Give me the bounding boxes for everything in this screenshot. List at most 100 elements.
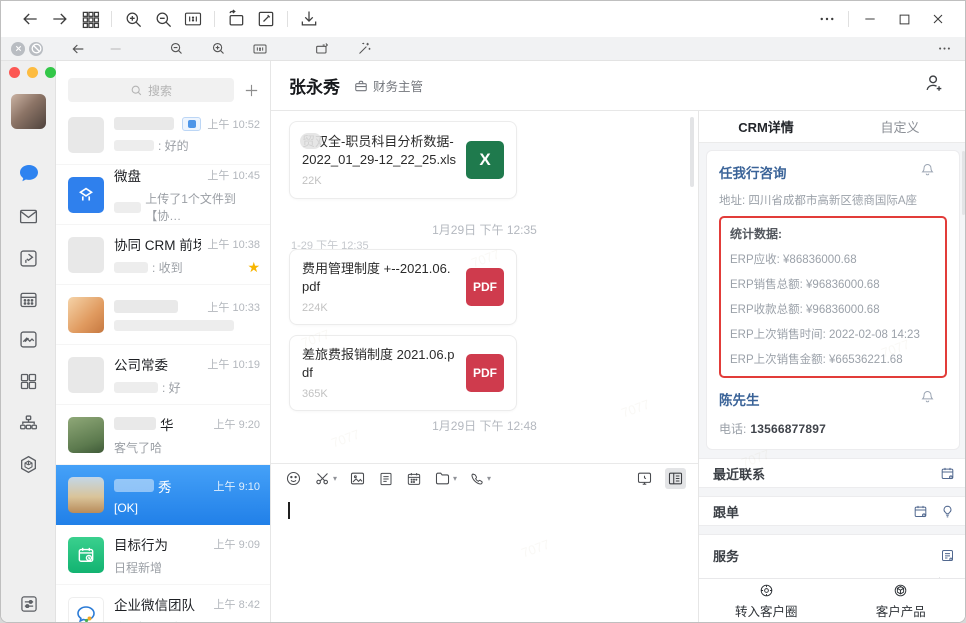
add-member-icon[interactable] <box>923 72 945 99</box>
section-recent-contact[interactable]: 最近联系 <box>699 458 966 488</box>
chats-icon[interactable] <box>1 159 56 189</box>
settings-toggle-icon[interactable] <box>1 589 56 619</box>
emoji-icon[interactable] <box>285 470 302 487</box>
more-icon[interactable] <box>812 6 842 32</box>
message-input[interactable] <box>271 493 698 623</box>
file-size: 22K <box>302 175 456 187</box>
apps-cube-icon[interactable] <box>1 449 56 479</box>
rotate-icon[interactable] <box>221 6 251 32</box>
viewer-back-icon[interactable] <box>65 39 91 59</box>
viewer-more-icon[interactable] <box>931 39 957 59</box>
service-doc-icon[interactable] <box>940 548 955 563</box>
stats-highlight-box: 统计数据: ERP应收: ¥86836000.68 ERP销售总额: ¥9683… <box>719 216 947 378</box>
chat-list-item[interactable]: 目标行为 上午 9:09 日程新增 <box>56 525 270 585</box>
search-input[interactable]: 搜索 <box>68 78 234 102</box>
bell-icon[interactable] <box>920 162 935 182</box>
chat-scrollbar[interactable] <box>690 117 694 187</box>
company-name-link[interactable]: 任我行咨询 <box>719 166 787 181</box>
schedule-icon[interactable] <box>406 471 422 487</box>
xls-file-icon: X <box>466 141 504 179</box>
crm-tabs: CRM详情 自定义 <box>699 111 966 143</box>
calendar-add-icon[interactable] <box>940 466 955 481</box>
folder-icon[interactable]: ▾ <box>434 470 457 487</box>
chat-list-item[interactable]: 公司常委 上午 10:19 : 好 <box>56 345 270 405</box>
apps-grid-icon[interactable] <box>75 6 105 32</box>
app-rail <box>1 61 56 623</box>
file-message-pdf[interactable]: 费用管理制度 +--2021.06.pdf 224K PDF <box>289 249 517 325</box>
forward-icon[interactable] <box>45 6 75 32</box>
contact-name-link[interactable]: 陈先生 <box>719 393 760 408</box>
wedrive-icon[interactable] <box>1 243 56 273</box>
side-panel-toggle-icon[interactable] <box>665 468 686 489</box>
chat-list-item[interactable]: 微盘 上午 10:45 上传了1个文件到【协… <box>56 165 270 225</box>
minimize-icon[interactable] <box>855 6 885 32</box>
file-icon[interactable] <box>378 471 394 487</box>
new-chat-icon[interactable] <box>242 81 260 99</box>
viewer-zoom-in-icon[interactable] <box>205 39 231 59</box>
chat-list-item[interactable]: 上午 10:52 : 好的 <box>56 105 270 165</box>
search-icon <box>130 84 143 97</box>
chat-list-item[interactable]: 协同 CRM 前场 上午 10:38 : 收到★ <box>56 225 270 285</box>
mac-close-icon[interactable] <box>9 67 20 78</box>
gallery-icon[interactable] <box>1 324 56 354</box>
section-follow-order[interactable]: 跟单 <box>699 496 966 526</box>
chat-preview: : 收到 <box>152 259 183 276</box>
stat-line: ERP上次销售金额: ¥66536221.68 <box>730 351 936 367</box>
actual-size-icon[interactable] <box>178 6 208 32</box>
image-icon[interactable] <box>349 470 366 487</box>
message-area: 贸双全-职员科目分析数据-2022_01_29-12_22_25.xls 22K… <box>271 111 698 463</box>
back-icon[interactable] <box>15 6 45 32</box>
zoom-out-icon[interactable] <box>148 6 178 32</box>
contacts-org-icon[interactable] <box>1 408 56 438</box>
file-message-pdf[interactable]: 差旅费报销制度 2021.06.pdf 365K PDF <box>289 335 517 411</box>
chat-list-item[interactable]: 企业微信团队 上午 8:42 登录操作通知 <box>56 585 270 623</box>
viewer-zoom-out-icon[interactable] <box>163 39 189 59</box>
screenshot-icon[interactable]: ▾ <box>314 470 337 487</box>
chat-list-item-selected[interactable]: 秀 上午 9:10 [OK] <box>56 465 270 525</box>
maximize-icon[interactable] <box>889 6 919 32</box>
star-icon: ★ <box>247 259 260 276</box>
pdf-file-icon: PDF <box>466 354 504 392</box>
privacy-blur <box>114 320 234 331</box>
customer-product-button[interactable]: 客户产品 <box>834 579 966 623</box>
mail-icon[interactable] <box>1 201 56 231</box>
download-icon[interactable] <box>294 6 324 32</box>
calendar-icon[interactable] <box>1 284 56 314</box>
viewer-actual-size-icon[interactable] <box>247 39 273 59</box>
viewer-forward-icon[interactable] <box>103 39 129 59</box>
file-message-xls[interactable]: 贸双全-职员科目分析数据-2022_01_29-12_22_25.xls 22K… <box>289 121 517 199</box>
bell-icon[interactable] <box>920 389 935 409</box>
call-icon[interactable]: ▾ <box>469 471 491 487</box>
stat-line: ERP上次销售时间: 2022-02-08 14:23 <box>730 326 936 342</box>
tab-custom[interactable]: 自定义 <box>833 117 966 136</box>
viewer-toolbar <box>1 37 966 61</box>
chat-name: 华 <box>160 414 174 434</box>
edit-icon[interactable] <box>251 6 281 32</box>
wedrive-avatar <box>68 177 104 213</box>
separator <box>848 11 849 27</box>
mac-zoom-icon[interactable] <box>45 67 56 78</box>
idea-bulb-icon[interactable] <box>940 504 955 519</box>
separator <box>214 11 215 27</box>
pdf-file-icon: PDF <box>466 268 504 306</box>
block-circle-icon[interactable] <box>29 42 43 56</box>
close-circle-icon[interactable] <box>11 42 25 56</box>
chat-list-item[interactable]: 上午 10:33 <box>56 285 270 345</box>
mac-minimize-icon[interactable] <box>27 67 38 78</box>
workbench-icon[interactable] <box>1 366 56 396</box>
file-name: 差旅费报销制度 2021.06.pdf <box>302 346 456 382</box>
tab-crm-detail[interactable]: CRM详情 <box>699 117 833 136</box>
magic-wand-icon[interactable] <box>351 39 377 59</box>
wecom-team-avatar <box>68 597 104 623</box>
user-avatar[interactable] <box>11 94 46 129</box>
chat-name: 公司常委 <box>114 354 168 374</box>
calendar-add-icon[interactable] <box>913 504 928 519</box>
zoom-in-icon[interactable] <box>118 6 148 32</box>
chat-list-item[interactable]: 华 上午 9:20 客气了哈 <box>56 405 270 465</box>
chat-history-icon[interactable] <box>636 470 653 487</box>
transfer-customer-circle-button[interactable]: 转入客户圈 <box>699 579 834 623</box>
close-icon[interactable] <box>923 6 953 32</box>
viewer-rotate-icon[interactable] <box>309 39 335 59</box>
chat-name: 企业微信团队 <box>114 594 195 614</box>
panel-scrollbar[interactable] <box>962 151 965 215</box>
